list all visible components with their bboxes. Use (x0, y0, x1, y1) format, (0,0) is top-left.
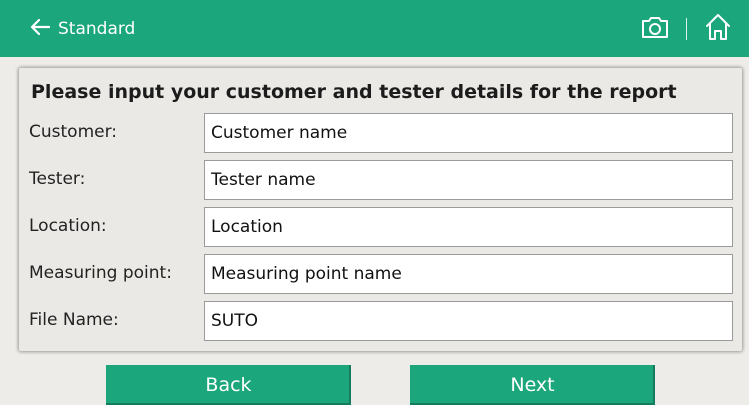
customer-label: Customer: (29, 122, 118, 142)
customer-field[interactable] (204, 113, 733, 153)
details-panel: Please input your customer and tester de… (19, 68, 742, 351)
measuring-point-label: Measuring point: (29, 263, 172, 283)
next-button[interactable]: Next (410, 365, 655, 405)
measuring-point-field[interactable] (204, 254, 733, 294)
home-icon[interactable] (703, 12, 733, 46)
form-row-tester: Tester: (19, 160, 742, 200)
tester-label: Tester: (29, 169, 86, 189)
form-row-location: Location: (19, 207, 742, 247)
toolbar-divider (686, 18, 687, 40)
file-name-label: File Name: (29, 310, 119, 330)
location-label: Location: (29, 216, 107, 236)
back-button[interactable]: Back (106, 365, 351, 405)
back-arrow-icon (30, 18, 51, 40)
location-field[interactable] (204, 207, 733, 247)
top-bar: Standard (0, 0, 749, 57)
back-nav-label: Standard (58, 19, 136, 39)
tester-field[interactable] (204, 160, 733, 200)
form-row-measuring-point: Measuring point: (19, 254, 742, 294)
form-row-customer: Customer: (19, 113, 742, 153)
form-row-file-name: File Name: (19, 301, 742, 341)
back-nav-button[interactable]: Standard (30, 14, 135, 44)
panel-title: Please input your customer and tester de… (31, 81, 677, 103)
file-name-field[interactable] (204, 301, 733, 341)
camera-icon[interactable] (640, 14, 670, 44)
